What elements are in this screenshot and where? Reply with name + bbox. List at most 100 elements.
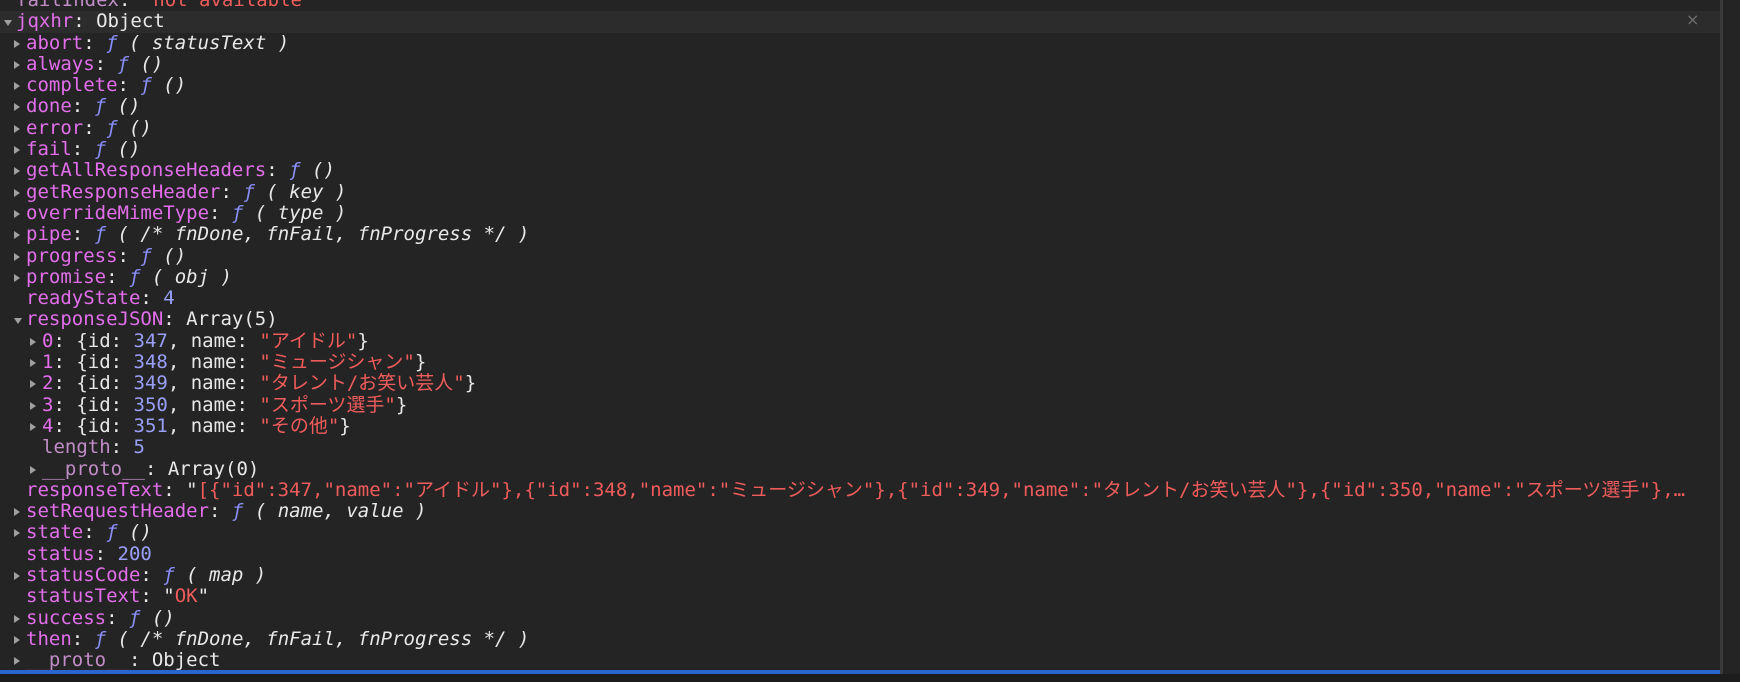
token: : bbox=[209, 501, 232, 523]
property-key: done bbox=[26, 96, 72, 118]
tree-row[interactable]: error: ƒ () bbox=[0, 118, 1720, 139]
expand-triangle-right-icon[interactable] bbox=[14, 103, 20, 112]
tree-row[interactable]: getResponseHeader: ƒ ( key ) bbox=[0, 182, 1720, 203]
close-icon[interactable]: × bbox=[1686, 10, 1699, 29]
expand-triangle-right-icon[interactable] bbox=[14, 146, 20, 155]
expand-triangle-right-icon[interactable] bbox=[30, 337, 36, 346]
function-glyph: ƒ bbox=[231, 202, 244, 224]
expand-triangle-down-icon[interactable] bbox=[14, 318, 22, 325]
expand-triangle-down-icon[interactable] bbox=[4, 20, 12, 27]
expand-triangle-right-icon[interactable] bbox=[14, 657, 20, 666]
tree-row-content: failIndex: "not available" bbox=[16, 0, 313, 11]
token: () bbox=[151, 245, 187, 267]
token: ( key ) bbox=[254, 181, 347, 203]
tree-row-content: 1: {id: 348, name: "ミュージシャン"} bbox=[42, 352, 426, 373]
tree-row[interactable]: then: ƒ ( /* fnDone, fnFail, fnProgress … bbox=[0, 629, 1720, 650]
tree-row[interactable]: progress: ƒ () bbox=[0, 246, 1720, 267]
expand-triangle-right-icon[interactable] bbox=[14, 60, 20, 69]
tree-row[interactable]: __proto__: Array(0) bbox=[0, 459, 1720, 480]
expand-triangle-right-icon[interactable] bbox=[14, 635, 20, 644]
property-key: 1 bbox=[42, 352, 54, 374]
function-glyph: ƒ bbox=[106, 117, 118, 139]
token: : bbox=[71, 224, 95, 246]
token: : Object bbox=[73, 11, 165, 33]
property-key: pipe bbox=[26, 224, 72, 246]
tree-row-content: readyState: 4 bbox=[26, 288, 175, 309]
tree-row-content: 4: {id: 351, name: "その他"} bbox=[42, 416, 351, 437]
expand-triangle-right-icon[interactable] bbox=[14, 231, 20, 240]
tree-row[interactable]: __proto__: Object bbox=[0, 650, 1720, 671]
expand-triangle-right-icon[interactable] bbox=[14, 209, 20, 218]
number-value: 5 bbox=[133, 437, 145, 459]
token: : bbox=[71, 96, 95, 118]
tree-row[interactable]: abort: ƒ ( statusText ) bbox=[0, 33, 1720, 54]
number-value: 348 bbox=[133, 352, 168, 374]
tree-row[interactable]: responseJSON: Array(5) bbox=[0, 309, 1720, 330]
tree-row[interactable]: always: ƒ () bbox=[0, 54, 1720, 75]
token: : bbox=[140, 288, 164, 310]
tree-row[interactable]: pipe: ƒ ( /* fnDone, fnFail, fnProgress … bbox=[0, 224, 1720, 245]
expand-triangle-right-icon[interactable] bbox=[14, 39, 20, 48]
vertical-scrollbar[interactable] bbox=[1720, 0, 1740, 682]
expand-triangle-right-icon[interactable] bbox=[14, 252, 20, 261]
tree-row[interactable]: done: ƒ () bbox=[0, 96, 1720, 117]
expand-triangle-right-icon[interactable] bbox=[14, 167, 20, 176]
tree-row[interactable]: 4: {id: 351, name: "その他"} bbox=[0, 416, 1720, 437]
token: ( statusText ) bbox=[117, 32, 290, 54]
tree-row-content: fail: ƒ () bbox=[26, 139, 140, 160]
token: : bbox=[83, 32, 107, 54]
expand-triangle-right-icon[interactable] bbox=[14, 188, 20, 197]
token: : " bbox=[140, 586, 175, 608]
property-key: responseText bbox=[26, 479, 164, 501]
tree-row-content: __proto__: Array(0) bbox=[42, 459, 259, 480]
number-value: 4 bbox=[163, 288, 175, 310]
tree-row-content: length: 5 bbox=[42, 437, 145, 458]
tree-row-content: status: 200 bbox=[26, 544, 152, 565]
property-key: state bbox=[26, 522, 84, 544]
tree-row[interactable]: 1: {id: 348, name: "ミュージシャン"} bbox=[0, 352, 1720, 373]
expand-triangle-right-icon[interactable] bbox=[30, 380, 36, 389]
tree-row[interactable]: complete: ƒ () bbox=[0, 75, 1720, 96]
token: } bbox=[414, 352, 427, 374]
expand-triangle-right-icon[interactable] bbox=[14, 273, 20, 282]
expand-triangle-right-icon[interactable] bbox=[30, 359, 36, 368]
tree-row[interactable]: 3: {id: 350, name: "スポーツ選手"} bbox=[0, 395, 1720, 416]
expand-triangle-right-icon[interactable] bbox=[30, 422, 36, 431]
tree-row[interactable]: 2: {id: 349, name: "タレント/お笑い芸人"} bbox=[0, 373, 1720, 394]
tree-row-content: promise: ƒ ( obj ) bbox=[26, 267, 232, 288]
token: , name: bbox=[167, 330, 260, 352]
tree-row: status: 200 bbox=[0, 544, 1720, 565]
expand-triangle-right-icon[interactable] bbox=[14, 529, 20, 538]
function-glyph: ƒ bbox=[94, 224, 107, 246]
property-key: 4 bbox=[42, 415, 54, 437]
token: ( obj ) bbox=[140, 266, 232, 288]
tree-row[interactable]: setRequestHeader: ƒ ( name, value ) bbox=[0, 501, 1720, 522]
tree-row-content: __proto__: Object bbox=[26, 650, 220, 671]
property-key: fail bbox=[26, 139, 72, 161]
tree-row[interactable]: jqxhr: Object bbox=[0, 11, 1720, 33]
tree-row[interactable]: fail: ƒ () bbox=[0, 139, 1720, 160]
expand-triangle-right-icon[interactable] bbox=[14, 572, 20, 581]
property-key: 0 bbox=[42, 330, 54, 352]
tree-row[interactable]: 0: {id: 347, name: "アイドル"} bbox=[0, 331, 1720, 352]
property-key: __proto__ bbox=[26, 650, 129, 672]
expand-triangle-right-icon[interactable] bbox=[14, 614, 20, 623]
tree-row[interactable]: success: ƒ () bbox=[0, 608, 1720, 629]
tree-row[interactable]: promise: ƒ ( obj ) bbox=[0, 267, 1720, 288]
tree-row[interactable]: statusCode: ƒ ( map ) bbox=[0, 565, 1720, 586]
expand-triangle-right-icon[interactable] bbox=[30, 465, 36, 474]
token: : bbox=[140, 565, 164, 587]
tree-row[interactable]: state: ƒ () bbox=[0, 522, 1720, 543]
tree-row[interactable]: getAllResponseHeaders: ƒ () bbox=[0, 160, 1720, 181]
expand-triangle-right-icon[interactable] bbox=[14, 82, 20, 91]
property-key: abort bbox=[26, 32, 84, 54]
token: : bbox=[83, 117, 107, 139]
expand-triangle-right-icon[interactable] bbox=[14, 124, 20, 133]
function-glyph: ƒ bbox=[94, 96, 107, 118]
expand-triangle-right-icon[interactable] bbox=[30, 401, 36, 410]
expand-triangle-right-icon[interactable] bbox=[14, 508, 20, 517]
tree-row-content: overrideMimeType: ƒ ( type ) bbox=[26, 203, 346, 224]
token: : {id: bbox=[53, 373, 134, 395]
tree-row[interactable]: overrideMimeType: ƒ ( type ) bbox=[0, 203, 1720, 224]
property-key: statusCode bbox=[26, 565, 141, 587]
